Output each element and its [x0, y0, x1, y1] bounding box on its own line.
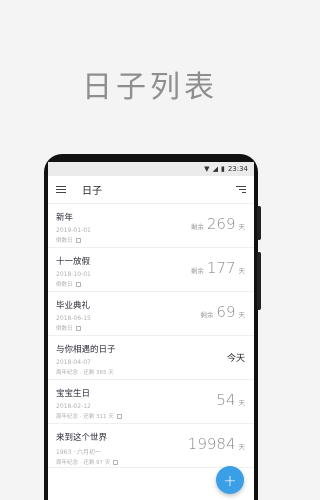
item-name: 与你相遇的日子 [56, 345, 116, 355]
day-list: 新年 2019-01-01 倒数日 剩余 269 天 十一放假 2018-10-… [48, 204, 254, 468]
calendar-icon [75, 325, 81, 331]
item-tag: 倒数日 [56, 236, 246, 244]
page-headline: 日子列表 [82, 70, 218, 105]
list-item[interactable]: 毕业典礼 2018-06-15 倒数日 剩余 69 天 [48, 292, 254, 336]
add-button[interactable]: + [216, 466, 244, 494]
status-bar: ▼ ◢ ▮ 23:34 [48, 162, 254, 176]
item-countdown: 19984 天 [187, 435, 245, 453]
item-countdown: 剩余 177 天 [190, 259, 245, 277]
app-screen: ▼ ◢ ▮ 23:34 日子 新年 2019-01-01 倒数日 剩余 269 … [48, 162, 254, 500]
toolbar-title: 日子 [82, 186, 102, 197]
status-time: 23:34 [227, 165, 248, 173]
list-item[interactable]: 宝宝生日 2018-02-12 周年纪念 · 还剩 311 天 54 天 [48, 380, 254, 424]
list-item[interactable]: 与你相遇的日子 2018-04-07 周年纪念 · 还剩 365 天 今天 [48, 336, 254, 380]
signal-icon: ◢ [212, 165, 218, 173]
item-countdown: 54 天 [216, 391, 245, 409]
item-date: 2018-04-07 [56, 359, 91, 366]
item-tag: 周年纪念 · 还剩 97 天 [56, 458, 246, 466]
calendar-icon [75, 281, 81, 287]
list-item[interactable]: 十一放假 2018-10-01 倒数日 剩余 177 天 [48, 248, 254, 292]
item-countdown: 今天 [227, 347, 245, 364]
list-item[interactable]: 来到这个世界 1963 · 六月初一 周年纪念 · 还剩 97 天 19984 … [48, 424, 254, 468]
list-item[interactable]: 新年 2019-01-01 倒数日 剩余 269 天 [48, 204, 254, 248]
item-tag: 周年纪念 · 还剩 365 天 [56, 370, 114, 376]
item-countdown: 剩余 269 天 [190, 215, 245, 233]
sort-icon[interactable] [236, 186, 246, 193]
today-label: 今天 [226, 354, 245, 364]
wifi-icon: ▼ [204, 165, 210, 173]
battery-icon: ▮ [220, 165, 225, 173]
item-countdown: 剩余 69 天 [200, 303, 245, 321]
app-toolbar: 日子 [48, 176, 254, 204]
item-tag: 周年纪念 · 还剩 311 天 [56, 412, 246, 420]
menu-icon[interactable] [56, 185, 66, 194]
phone-volume-button [257, 206, 261, 240]
calendar-icon [113, 459, 119, 465]
item-tag: 倒数日 [56, 280, 246, 288]
phone-power-button [257, 252, 261, 310]
item-tag: 倒数日 [56, 324, 246, 332]
calendar-icon [116, 413, 122, 419]
calendar-icon [75, 237, 81, 243]
